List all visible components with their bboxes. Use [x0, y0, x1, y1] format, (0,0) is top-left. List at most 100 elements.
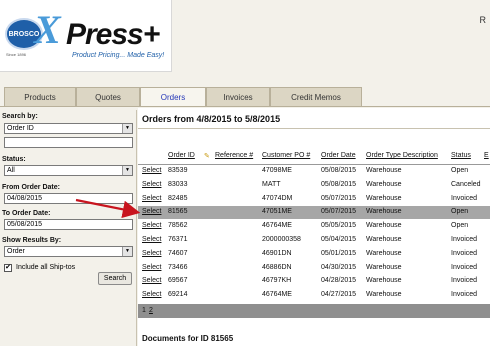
- from-date-label: From Order Date:: [2, 184, 60, 191]
- logo-tagline: Product Pricing... Made Easy!: [72, 52, 165, 59]
- tab-credit-memos[interactable]: Credit Memos: [270, 87, 362, 107]
- include-shiptos-checkbox[interactable]: ✔: [4, 264, 12, 272]
- brosco-badge-subtext: Since 1896: [6, 52, 27, 57]
- row-customer-po: 47074DM: [262, 194, 293, 202]
- row-select-link[interactable]: Select: [142, 181, 161, 188]
- page-1[interactable]: 1: [142, 307, 146, 314]
- panel-divider: [136, 110, 137, 346]
- row-order-type: Warehouse: [366, 208, 402, 216]
- table-row[interactable]: Select 78562 46764ME 05/05/2015 Warehouse Ope…: [138, 220, 490, 233]
- col-extra[interactable]: E: [484, 152, 489, 159]
- tab-quotes[interactable]: Quotes: [76, 87, 140, 107]
- col-reference[interactable]: Reference #: [215, 152, 253, 159]
- logo-word: Press+: [66, 18, 160, 51]
- col-customer-po[interactable]: Customer PO #: [262, 152, 310, 159]
- tab-label: Quotes: [95, 93, 121, 102]
- row-status: Open: [451, 167, 469, 174]
- col-order-id[interactable]: Order ID: [168, 152, 195, 159]
- chevron-down-icon[interactable]: ▼: [122, 247, 132, 256]
- table-row[interactable]: Select 76371 2000000358 05/04/2015 Warehouse…: [138, 234, 490, 247]
- row-customer-po: 46901DN: [262, 249, 292, 257]
- tab-invoices[interactable]: Invoices: [206, 87, 270, 107]
- show-results-value: Order: [7, 248, 25, 255]
- chevron-down-icon[interactable]: ▼: [122, 124, 132, 133]
- to-date-label: To Order Date:: [2, 210, 51, 217]
- show-results-select[interactable]: Order ▼: [4, 246, 133, 257]
- row-order-id: 74607: [168, 249, 188, 257]
- row-select-link[interactable]: Select: [142, 291, 161, 298]
- table-row[interactable]: Select 83539 47098ME 05/08/2015 Warehouse Ope…: [138, 165, 490, 178]
- status-label: Status:: [2, 156, 26, 163]
- search-by-value: Order ID: [7, 125, 34, 132]
- heading-rule: [138, 128, 490, 129]
- row-order-id: 69567: [168, 277, 188, 285]
- row-status: Invoiced: [451, 291, 478, 299]
- row-select-link[interactable]: Select: [142, 264, 161, 271]
- row-select-link[interactable]: Select: [142, 195, 161, 202]
- from-date-input[interactable]: 04/08/2015: [4, 193, 133, 204]
- row-select-link[interactable]: Select: [142, 277, 161, 284]
- row-order-id: 78562: [168, 222, 188, 230]
- status-select[interactable]: All ▼: [4, 165, 133, 176]
- row-status: Open: [451, 208, 469, 216]
- row-select-link[interactable]: Select: [142, 167, 161, 174]
- tab-products[interactable]: Products: [4, 87, 76, 107]
- row-order-type: Warehouse: [366, 236, 402, 243]
- row-order-date: 05/07/2015: [321, 208, 357, 216]
- include-shiptos-label: Include all Ship-tos: [16, 264, 76, 271]
- status-value: All: [7, 167, 15, 174]
- row-order-date: 05/04/2015: [321, 236, 357, 243]
- col-status[interactable]: Status: [451, 152, 471, 159]
- table-row[interactable]: Select 73466 46886DN 04/30/2015 Warehouse Inv…: [138, 262, 490, 275]
- row-order-id: 82485: [168, 194, 188, 202]
- tab-label: Invoices: [223, 93, 253, 102]
- tab-orders[interactable]: Orders: [140, 87, 206, 107]
- row-select-link[interactable]: Select: [142, 208, 161, 215]
- row-order-type: Warehouse: [366, 277, 402, 285]
- row-order-type: Warehouse: [366, 194, 402, 202]
- table-row[interactable]: Select 69214 46764ME 04/27/2015 Warehouse Inv…: [138, 289, 490, 302]
- chevron-down-icon[interactable]: ▼: [122, 166, 132, 175]
- orders-table-header: Order ID ✎ Reference # Customer PO # Ord…: [138, 152, 490, 164]
- page-2[interactable]: 2: [149, 307, 153, 314]
- col-order-type[interactable]: Order Type Description: [366, 152, 438, 159]
- row-select-link[interactable]: Select: [142, 222, 161, 229]
- row-order-type: Warehouse: [366, 249, 402, 257]
- row-customer-po: 47051ME: [262, 208, 292, 216]
- table-row[interactable]: Select 82485 47074DM 05/07/2015 Warehouse Inv…: [138, 193, 490, 206]
- row-order-date: 04/28/2015: [321, 277, 357, 285]
- row-order-type: Warehouse: [366, 180, 402, 188]
- table-row[interactable]: Select 69567 46797KH 04/28/2015 Warehouse Inv…: [138, 275, 490, 288]
- row-customer-po: 2000000358: [262, 236, 301, 243]
- row-order-date: 05/01/2015: [321, 249, 357, 257]
- row-order-id: 76371: [168, 236, 188, 243]
- row-status: Invoiced: [451, 194, 478, 202]
- search-text-input[interactable]: [4, 137, 133, 148]
- documents-heading: Documents for ID 81565: [142, 334, 234, 343]
- search-by-select[interactable]: Order ID ▼: [4, 123, 133, 134]
- table-row[interactable]: Select 81565 47051ME 05/07/2015 Warehouse Ope…: [138, 206, 490, 220]
- row-order-date: 04/30/2015: [321, 263, 357, 271]
- search-button[interactable]: Search: [98, 272, 132, 285]
- row-customer-po: 47098ME: [262, 167, 292, 174]
- row-status: Invoiced: [451, 249, 478, 257]
- table-row[interactable]: Select 74607 46901DN 05/01/2015 Warehouse Inv…: [138, 248, 490, 261]
- row-order-id: 73466: [168, 263, 188, 271]
- to-date-input[interactable]: 05/08/2015: [4, 219, 133, 230]
- table-row[interactable]: Select 83033 MATT 05/08/2015 Warehouse Cancel…: [138, 179, 490, 192]
- row-customer-po: MATT: [262, 180, 281, 188]
- row-customer-po: 46764ME: [262, 291, 292, 299]
- row-select-link[interactable]: Select: [142, 236, 161, 243]
- col-order-date[interactable]: Order Date: [321, 152, 356, 159]
- orders-heading: Orders from 4/8/2015 to 5/8/2015: [142, 114, 281, 124]
- show-results-label: Show Results By:: [2, 237, 62, 244]
- row-order-id: 81565: [168, 208, 188, 216]
- top-right-text: R: [479, 15, 487, 25]
- main-tab-bar: Products Quotes Orders Invoices Credit M…: [0, 87, 490, 107]
- row-order-type: Warehouse: [366, 291, 402, 299]
- row-order-type: Warehouse: [366, 167, 402, 174]
- row-order-id: 83033: [168, 180, 188, 188]
- row-select-link[interactable]: Select: [142, 250, 161, 257]
- row-order-date: 04/27/2015: [321, 291, 357, 299]
- tab-label: Products: [24, 93, 56, 102]
